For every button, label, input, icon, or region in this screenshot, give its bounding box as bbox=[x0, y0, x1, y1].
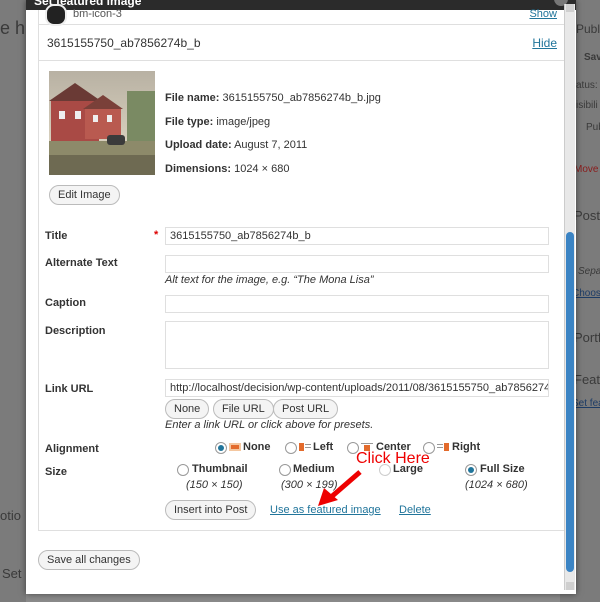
alt-text-help: Alt text for the image, e.g. “The Mona L… bbox=[165, 274, 374, 286]
bg-text: Post T bbox=[574, 208, 600, 223]
insert-into-post-button[interactable]: Insert into Post bbox=[165, 500, 257, 520]
edit-image-button[interactable]: Edit Image bbox=[49, 185, 120, 205]
red-arrow-icon bbox=[318, 470, 362, 506]
bg-link[interactable]: Set fea bbox=[572, 398, 600, 409]
bg-link[interactable]: Move t bbox=[574, 164, 600, 175]
media-item-title: 3615155750_ab7856274b_b bbox=[47, 36, 201, 50]
bg-text: Set bbox=[2, 566, 22, 581]
link-post-url-button[interactable]: Post URL bbox=[273, 399, 339, 419]
bg-link[interactable]: Choose bbox=[572, 288, 600, 299]
dimensions-label: Dimensions: bbox=[165, 163, 232, 175]
dimensions-row: Dimensions: 1024 × 680 bbox=[165, 163, 289, 175]
caption-input[interactable] bbox=[165, 295, 549, 313]
media-item-header: 3615155750_ab7856274b_b Hide bbox=[39, 26, 567, 61]
alt-text-label: Alternate Text bbox=[45, 257, 118, 269]
file-name-label: File name: bbox=[165, 92, 220, 104]
align-none-radio[interactable] bbox=[215, 442, 227, 454]
click-here-annotation: Click Here bbox=[356, 450, 430, 467]
show-link[interactable]: Show bbox=[529, 8, 557, 20]
image-thumbnail bbox=[49, 71, 155, 175]
file-type-row: File type: image/jpeg bbox=[165, 116, 270, 128]
bg-text: otio bbox=[0, 508, 21, 523]
bg-text: Portfo bbox=[574, 330, 600, 345]
size-thumbnail-dims: (150 × 150) bbox=[186, 479, 243, 491]
admin-left-area: e h otio Set bbox=[0, 0, 26, 602]
align-left-icon bbox=[299, 443, 311, 451]
file-name-value: 3615155750_ab7856274b_b.jpg bbox=[222, 92, 381, 104]
file-name-row: File name: 3615155750_ab7856274b_b.jpg bbox=[165, 92, 381, 104]
title-label: Title bbox=[45, 230, 68, 242]
align-right-label: Right bbox=[452, 441, 481, 453]
bg-text: isibili bbox=[576, 100, 598, 111]
size-full-dims: (1024 × 680) bbox=[465, 479, 528, 491]
description-label: Description bbox=[45, 325, 106, 337]
file-type-value: image/jpeg bbox=[216, 116, 271, 128]
scrollbar-thumb[interactable] bbox=[566, 232, 574, 572]
bg-heading: e h bbox=[0, 18, 26, 38]
link-url-help: Enter a link URL or click above for pres… bbox=[165, 419, 374, 431]
align-none-icon bbox=[229, 443, 241, 451]
size-full-radio[interactable] bbox=[465, 464, 477, 476]
scroll-up-arrow-icon[interactable] bbox=[566, 4, 574, 12]
caption-label: Caption bbox=[45, 297, 86, 309]
bg-text: atus: bbox=[576, 80, 598, 91]
bg-text: Sav bbox=[584, 52, 600, 63]
link-url-label: Link URL bbox=[45, 383, 94, 395]
size-label: Size bbox=[45, 466, 68, 478]
upload-date-label: Upload date: bbox=[165, 139, 232, 151]
media-thumb-icon bbox=[45, 4, 67, 26]
size-full-label: Full Size bbox=[480, 463, 525, 475]
align-left-radio[interactable] bbox=[285, 442, 297, 454]
size-medium-radio[interactable] bbox=[279, 464, 291, 476]
align-left-label: Left bbox=[313, 441, 334, 453]
media-modal: Set featured image bm-icon-3 Show 361515… bbox=[26, 0, 576, 594]
title-input[interactable]: 3615155750_ab7856274b_b bbox=[165, 227, 549, 245]
alt-text-input[interactable] bbox=[165, 255, 549, 273]
media-item-panel: bm-icon-3 Show 3615155750_ab7856274b_b H… bbox=[38, 4, 568, 531]
required-marker: * bbox=[154, 229, 159, 241]
hide-link[interactable]: Hide bbox=[532, 36, 557, 50]
bg-text: Featu bbox=[574, 372, 600, 387]
align-none-label: None bbox=[243, 441, 271, 453]
modal-scrollbar[interactable] bbox=[564, 4, 575, 590]
previous-media-item: bm-icon-3 Show bbox=[39, 4, 567, 26]
alignment-label: Alignment bbox=[45, 443, 99, 455]
scroll-down-arrow-icon[interactable] bbox=[566, 582, 574, 590]
size-thumbnail-label: Thumbnail bbox=[192, 463, 248, 475]
delete-link[interactable]: Delete bbox=[399, 504, 431, 516]
align-right-icon bbox=[437, 443, 449, 451]
upload-date-value: August 7, 2011 bbox=[234, 139, 308, 151]
size-thumbnail-radio[interactable] bbox=[177, 464, 189, 476]
link-url-input[interactable]: http://localhost/decision/wp-content/upl… bbox=[165, 379, 549, 397]
save-all-changes-button[interactable]: Save all changes bbox=[38, 550, 140, 570]
dimensions-value: 1024 × 680 bbox=[234, 163, 290, 175]
link-none-button[interactable]: None bbox=[165, 399, 210, 419]
bg-text: Pub bbox=[586, 122, 600, 133]
previous-item-name: bm-icon-3 bbox=[73, 8, 122, 20]
description-textarea[interactable] bbox=[165, 321, 549, 369]
link-file-url-button[interactable]: File URL bbox=[213, 399, 274, 419]
bg-text: Sepa bbox=[578, 266, 600, 277]
file-type-label: File type: bbox=[165, 116, 214, 128]
bg-text: Publis bbox=[576, 22, 600, 36]
upload-date-row: Upload date: August 7, 2011 bbox=[165, 139, 307, 151]
